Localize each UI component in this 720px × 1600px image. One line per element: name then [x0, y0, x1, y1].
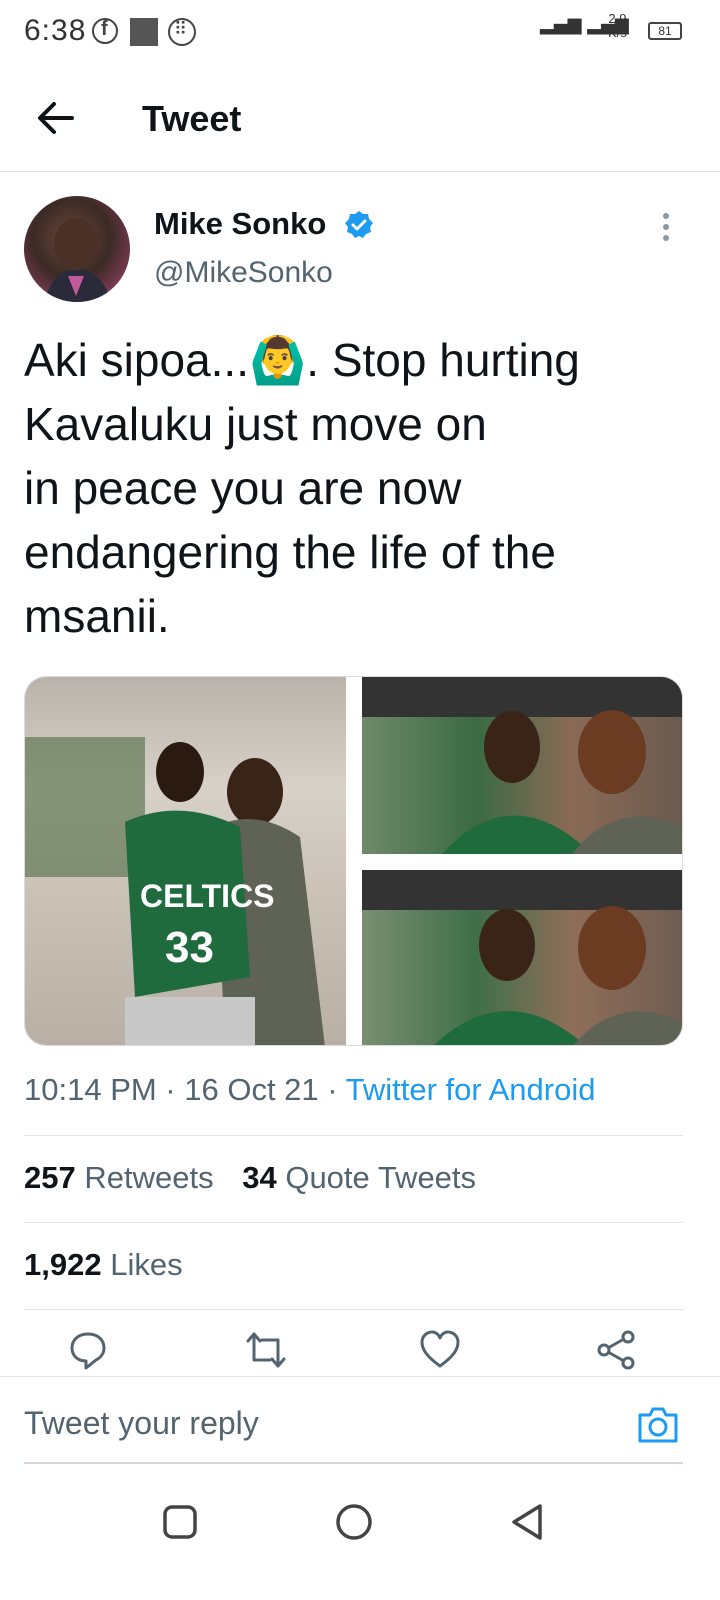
quotes-label: Quote Tweets — [285, 1160, 477, 1195]
likes-count: 1,922 — [24, 1247, 102, 1282]
retweet-icon — [246, 1332, 286, 1368]
dots-grid-icon — [168, 18, 196, 46]
battery-icon: 81 — [648, 22, 682, 40]
reply-button[interactable] — [68, 1330, 108, 1370]
image-icon — [130, 18, 158, 46]
retweets-count: 257 — [24, 1160, 76, 1195]
verified-badge-icon — [345, 211, 373, 238]
share-icon — [597, 1330, 635, 1370]
tweet-timestamp: 10:14 PM · 16 Oct 21 · — [24, 1072, 346, 1107]
avatar-image — [44, 218, 112, 302]
app-header: Tweet — [0, 64, 720, 172]
status-bar: 6:38 ▂▄▆ ▂▄▆ 2.9 K/s 81 — [0, 0, 720, 64]
tweet-photo-1[interactable]: CELTICS 33 — [25, 677, 346, 1045]
divider — [24, 1222, 683, 1223]
reply-bar: Tweet your reply — [0, 1376, 720, 1464]
retweet-stats: 257 Retweets 34 Quote Tweets — [24, 1160, 496, 1196]
tweet-photo-3[interactable] — [362, 870, 682, 1045]
reply-icon — [70, 1332, 106, 1370]
retweets-label: Retweets — [84, 1160, 214, 1195]
circle-icon — [336, 1504, 372, 1540]
tweet-text: Aki sipoa...🙆‍♂️. Stop hurting Kavaluku … — [24, 334, 580, 642]
author-handle[interactable]: @MikeSonko — [154, 256, 333, 290]
network-speed: 2.9 K/s — [608, 12, 627, 40]
avatar[interactable] — [24, 196, 130, 302]
photo-couple-standing: CELTICS 33 — [25, 737, 325, 1045]
likes-label: Likes — [110, 1247, 183, 1282]
square-icon — [163, 1505, 197, 1539]
svg-text:33: 33 — [165, 923, 214, 972]
divider — [24, 1309, 683, 1310]
svg-text:CELTICS: CELTICS — [140, 878, 275, 914]
reply-underline — [24, 1462, 683, 1464]
quote-tweets-stat[interactable]: 34 Quote Tweets — [242, 1160, 476, 1195]
retweets-stat[interactable]: 257 Retweets — [24, 1160, 214, 1195]
retweet-button[interactable] — [244, 1330, 286, 1370]
arrow-left-icon — [38, 102, 74, 134]
heart-icon — [420, 1330, 460, 1368]
back-nav-button[interactable] — [508, 1502, 548, 1542]
home-button[interactable] — [334, 1502, 374, 1542]
tweet-source-link[interactable]: Twitter for Android — [346, 1072, 596, 1107]
system-navbar — [0, 1480, 720, 1600]
status-time: 6:38 — [24, 14, 87, 47]
likes-stats[interactable]: 1,922 Likes — [24, 1247, 183, 1283]
more-options-button[interactable] — [656, 212, 676, 242]
tweet-actions — [0, 1330, 720, 1376]
facebook-icon — [92, 18, 118, 44]
photo-couple-selfie-2 — [362, 870, 682, 1045]
tweet-meta: 10:14 PM · 16 Oct 21 · Twitter for Andro… — [24, 1072, 595, 1108]
recents-button[interactable] — [160, 1502, 200, 1542]
author-name[interactable]: Mike Sonko — [154, 206, 326, 242]
like-button[interactable] — [420, 1330, 460, 1370]
network-speed-value: 2.9 — [608, 11, 627, 26]
share-button[interactable] — [596, 1330, 636, 1370]
network-speed-unit: K/s — [608, 25, 627, 40]
photo-couple-selfie-1 — [362, 677, 682, 854]
quotes-count: 34 — [242, 1160, 277, 1195]
page-title: Tweet — [142, 98, 242, 139]
tweet-photo-2[interactable] — [362, 677, 682, 854]
reply-input[interactable]: Tweet your reply — [24, 1405, 259, 1442]
tweet-media-grid: CELTICS 33 — [24, 676, 683, 1046]
back-button[interactable] — [32, 96, 80, 140]
camera-icon — [638, 1407, 678, 1443]
more-vertical-icon — [663, 213, 669, 241]
camera-button[interactable] — [636, 1405, 680, 1445]
divider — [24, 1135, 683, 1136]
triangle-back-icon — [512, 1504, 542, 1540]
